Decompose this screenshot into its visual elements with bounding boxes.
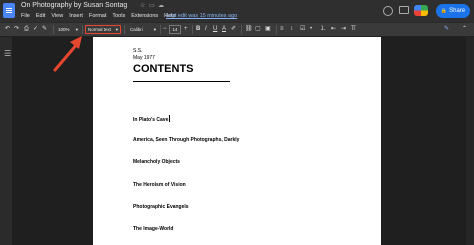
annotation-arrow: [53, 36, 82, 72]
